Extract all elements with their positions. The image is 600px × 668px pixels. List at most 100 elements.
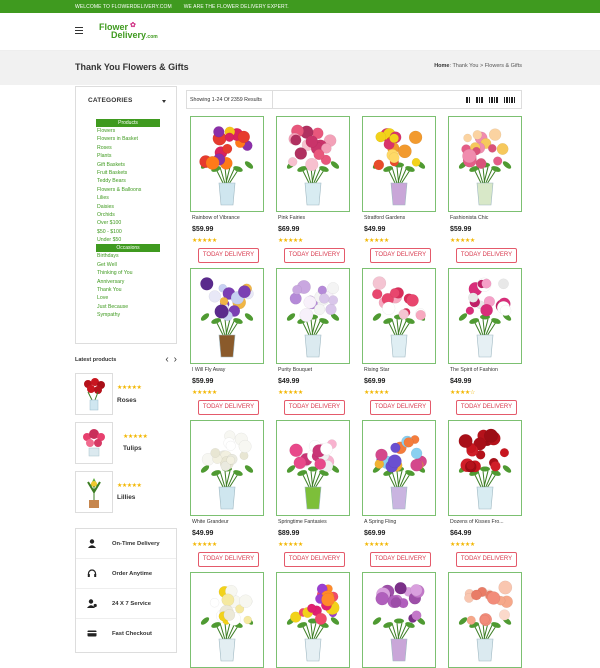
chevron-down-icon[interactable] <box>162 100 166 103</box>
categories-heading[interactable]: CATEGORIES <box>88 97 133 104</box>
latest-item[interactable]: ★★★★★ Roses <box>75 373 179 415</box>
hamburger-icon[interactable] <box>75 27 83 34</box>
product-image[interactable] <box>448 268 522 364</box>
product-card[interactable]: Fashionista Chic $59.99 ★★★★★ TODAY DELIVER… <box>448 116 526 263</box>
category-link[interactable]: Teddy Bears <box>96 177 160 185</box>
today-delivery-button[interactable]: TODAY DELIVERY <box>370 552 431 567</box>
product-name[interactable]: Purity Bouquet <box>278 367 312 373</box>
product-image[interactable] <box>362 116 436 212</box>
category-link[interactable]: Gift Baskets <box>96 161 160 169</box>
category-link[interactable]: Fruit Baskets <box>96 169 160 177</box>
product-name[interactable]: Rainbow of Vibrance <box>192 215 240 221</box>
chevron-right-icon[interactable]: › <box>174 354 177 365</box>
chevron-left-icon[interactable]: ‹ <box>165 354 168 365</box>
site-logo[interactable]: Flower ✿ Delivery.com <box>99 22 158 41</box>
lillies-thumbnail[interactable] <box>75 471 113 513</box>
latest-item[interactable]: ★★★★★ Lillies <box>75 471 179 513</box>
product-card[interactable] <box>276 572 354 668</box>
category-link[interactable]: Daisies <box>96 203 160 211</box>
product-image[interactable] <box>190 268 264 364</box>
today-delivery-button[interactable]: TODAY DELIVERY <box>456 400 517 415</box>
product-image[interactable] <box>362 268 436 364</box>
product-image[interactable] <box>276 268 350 364</box>
product-name[interactable]: Rising Star <box>364 367 389 373</box>
category-link[interactable]: Over $100 <box>96 219 160 227</box>
product-card[interactable]: The Spirit of Fashion $49.99 ★★★★☆ TODAY DE… <box>448 268 526 415</box>
category-link[interactable]: Thank You <box>96 286 160 294</box>
today-delivery-button[interactable]: TODAY DELIVERY <box>370 248 431 263</box>
product-image[interactable] <box>276 116 350 212</box>
grid-4-icon[interactable] <box>488 97 498 103</box>
product-image[interactable] <box>448 116 522 212</box>
product-image[interactable] <box>190 572 264 668</box>
category-link[interactable]: Thinking of You <box>96 269 160 277</box>
today-delivery-button[interactable]: TODAY DELIVERY <box>198 248 259 263</box>
today-delivery-button[interactable]: TODAY DELIVERY <box>284 248 345 263</box>
product-card[interactable]: I Will Fly Away $59.99 ★★★★★ TODAY DELIVERY <box>190 268 268 415</box>
category-link[interactable]: Orchids <box>96 211 160 219</box>
latest-item-name[interactable]: Tulips <box>123 445 142 452</box>
category-link[interactable]: Just Because <box>96 303 160 311</box>
product-name[interactable]: White Grandeur <box>192 519 229 525</box>
product-card[interactable]: Pink Fairies $69.99 ★★★★★ TODAY DELIVERY <box>276 116 354 263</box>
category-link[interactable]: Flowers <box>96 127 160 135</box>
product-card[interactable]: White Grandeur $49.99 ★★★★★ TODAY DELIVERY <box>190 420 268 567</box>
tulips-thumbnail[interactable] <box>75 422 113 464</box>
product-image[interactable] <box>362 420 436 516</box>
category-link[interactable]: Birthdays <box>96 252 160 260</box>
product-card[interactable]: A Spring Fling $69.99 ★★★★★ TODAY DELIVERY <box>362 420 440 567</box>
latest-item-name[interactable]: Lillies <box>117 494 135 501</box>
product-name[interactable]: Pink Fairies <box>278 215 305 221</box>
product-name[interactable]: Stratford Gardens <box>364 215 405 221</box>
product-card[interactable] <box>190 572 268 668</box>
product-image[interactable] <box>276 420 350 516</box>
breadcrumb-home[interactable]: Home <box>434 63 449 69</box>
category-link[interactable]: Love <box>96 294 160 302</box>
product-name[interactable]: Fashionista Chic <box>450 215 488 221</box>
grid-3-icon[interactable] <box>476 97 483 103</box>
product-name[interactable]: I Will Fly Away <box>192 367 225 373</box>
category-link[interactable]: Under $50 <box>96 236 160 244</box>
today-delivery-button[interactable]: TODAY DELIVERY <box>284 552 345 567</box>
roses-thumbnail[interactable] <box>75 373 113 415</box>
product-name[interactable]: Dozens of Kisses Fro... <box>450 519 504 525</box>
product-image[interactable] <box>362 572 436 668</box>
product-image[interactable] <box>448 572 522 668</box>
product-card[interactable]: Purity Bouquet $49.99 ★★★★★ TODAY DELIVERY <box>276 268 354 415</box>
today-delivery-button[interactable]: TODAY DELIVERY <box>456 552 517 567</box>
product-card[interactable]: Rising Star $69.99 ★★★★★ TODAY DELIVERY <box>362 268 440 415</box>
product-image[interactable] <box>190 116 264 212</box>
category-link[interactable]: Lilies <box>96 194 160 202</box>
star-rating: ★★★★★ <box>117 483 142 489</box>
today-delivery-button[interactable]: TODAY DELIVERY <box>198 400 259 415</box>
category-link[interactable]: Sympathy <box>96 311 160 319</box>
product-card[interactable]: Stratford Gardens $49.99 ★★★★★ TODAY DELIVE… <box>362 116 440 263</box>
today-delivery-button[interactable]: TODAY DELIVERY <box>198 552 259 567</box>
today-delivery-button[interactable]: TODAY DELIVERY <box>284 400 345 415</box>
category-link[interactable]: Flowers & Balloons <box>96 186 160 194</box>
category-link[interactable]: $50 - $100 <box>96 228 160 236</box>
latest-item-name[interactable]: Roses <box>117 397 137 404</box>
category-link[interactable]: Plants <box>96 152 160 160</box>
product-image[interactable] <box>190 420 264 516</box>
category-link[interactable]: Roses <box>96 144 160 152</box>
category-link[interactable]: Anniversary <box>96 278 160 286</box>
product-image[interactable] <box>276 572 350 668</box>
product-name[interactable]: A Spring Fling <box>364 519 396 525</box>
product-card[interactable]: Rainbow of Vibrance $59.99 ★★★★★ TODAY DELI… <box>190 116 268 263</box>
product-card[interactable]: Dozens of Kisses Fro... $64.99 ★★★★★ TODAY … <box>448 420 526 567</box>
product-name[interactable]: Springtime Fantasies <box>278 519 327 525</box>
service-label: 24 X 7 Service <box>112 601 151 607</box>
product-card[interactable] <box>448 572 526 668</box>
today-delivery-button[interactable]: TODAY DELIVERY <box>456 248 517 263</box>
grid-5-icon[interactable] <box>503 97 515 103</box>
product-image[interactable] <box>448 420 522 516</box>
category-link[interactable]: Flowers in Basket <box>96 135 160 143</box>
latest-item[interactable]: ★★★★★ Tulips <box>75 422 179 464</box>
grid-2-icon[interactable] <box>466 97 470 103</box>
product-card[interactable] <box>362 572 440 668</box>
category-link[interactable]: Get Well <box>96 261 160 269</box>
product-name[interactable]: The Spirit of Fashion <box>450 367 498 373</box>
product-card[interactable]: Springtime Fantasies $89.99 ★★★★★ TODAY DEL… <box>276 420 354 567</box>
today-delivery-button[interactable]: TODAY DELIVERY <box>370 400 431 415</box>
